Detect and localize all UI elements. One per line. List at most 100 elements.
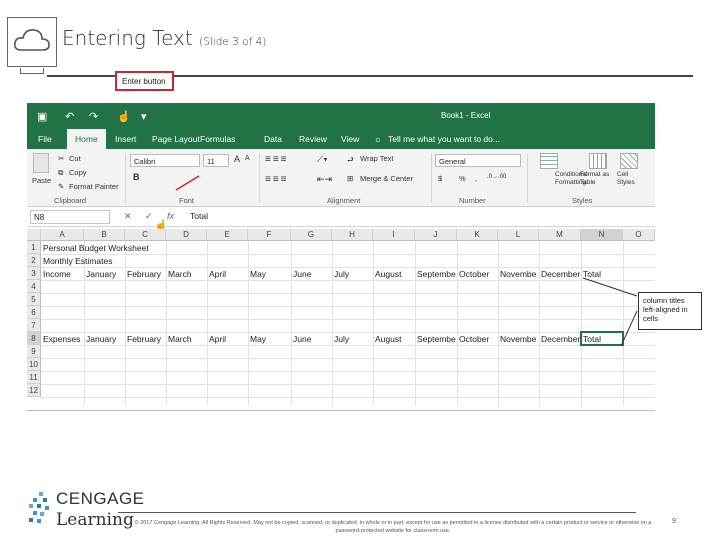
column-header[interactable]: B: [84, 229, 125, 241]
format-painter-button[interactable]: Format Painter: [69, 182, 119, 191]
number-format-box[interactable]: General: [435, 154, 521, 167]
row-header[interactable]: 4: [27, 280, 41, 293]
cell-row3[interactable]: July: [334, 269, 349, 279]
column-header[interactable]: E: [207, 229, 248, 241]
column-header[interactable]: O: [623, 229, 655, 241]
column-header[interactable]: C: [125, 229, 166, 241]
tab-formulas[interactable]: Formulas: [200, 134, 235, 144]
cell-row8[interactable]: Septembe: [417, 334, 456, 344]
shrink-font-icon[interactable]: A: [245, 155, 250, 162]
cell-row3[interactable]: August: [375, 269, 401, 279]
cell-row3[interactable]: February: [127, 269, 161, 279]
cell-row8[interactable]: June: [293, 334, 311, 344]
cell-row3[interactable]: January: [86, 269, 116, 279]
column-header[interactable]: K: [457, 229, 498, 241]
column-header[interactable]: G: [291, 229, 332, 241]
format-painter-icon[interactable]: ✎: [58, 182, 64, 191]
cell-row8[interactable]: April: [209, 334, 226, 344]
column-header[interactable]: L: [498, 229, 539, 241]
percent-button[interactable]: %: [459, 174, 466, 183]
cut-button[interactable]: Cut: [69, 154, 81, 163]
currency-button[interactable]: $: [438, 174, 442, 183]
column-header[interactable]: F: [248, 229, 291, 241]
tab-insert[interactable]: Insert: [115, 134, 136, 144]
customize-qat-icon[interactable]: ▾: [141, 110, 147, 123]
redo-icon[interactable]: ↷: [89, 110, 98, 123]
cell-row3[interactable]: Income: [43, 269, 71, 279]
cell-row8[interactable]: February: [127, 334, 161, 344]
cell-row3[interactable]: June: [293, 269, 311, 279]
paste-icon[interactable]: [33, 153, 49, 173]
cell-styles-button[interactable]: Cell Styles: [617, 171, 645, 187]
column-header[interactable]: H: [332, 229, 373, 241]
touch-mode-icon[interactable]: ☝: [117, 110, 131, 123]
row-header[interactable]: 2: [27, 254, 41, 267]
format-as-table-icon[interactable]: [589, 153, 607, 169]
column-header[interactable]: D: [166, 229, 207, 241]
cell-row8[interactable]: Novembe: [500, 334, 536, 344]
row-header[interactable]: 7: [27, 319, 41, 332]
copy-icon[interactable]: ⧉: [58, 168, 63, 178]
cell-styles-icon[interactable]: [620, 153, 638, 169]
wrap-text-icon[interactable]: ⮐: [347, 154, 354, 167]
cell-row8[interactable]: October: [459, 334, 489, 344]
tab-home[interactable]: Home: [67, 129, 106, 149]
row-header[interactable]: 12: [27, 384, 41, 397]
tab-page-layout[interactable]: Page Layout: [152, 134, 200, 144]
row-header[interactable]: 5: [27, 293, 41, 306]
cell-a1[interactable]: Personal Budget Worksheet: [43, 243, 149, 253]
column-header[interactable]: N: [581, 229, 623, 241]
cell-row8[interactable]: Expenses: [43, 334, 80, 344]
cell-row3[interactable]: October: [459, 269, 489, 279]
cell-row8[interactable]: December: [541, 334, 580, 344]
conditional-formatting-icon[interactable]: [540, 153, 558, 169]
formula-input[interactable]: Total: [190, 211, 208, 221]
grow-font-icon[interactable]: A: [234, 154, 240, 164]
cell-row8[interactable]: March: [168, 334, 192, 344]
cell-row3[interactable]: Septembe: [417, 269, 456, 279]
tab-view[interactable]: View: [341, 134, 359, 144]
row-header[interactable]: 10: [27, 358, 41, 371]
column-header[interactable]: I: [373, 229, 415, 241]
row-header[interactable]: 1: [27, 241, 41, 254]
row-header[interactable]: 11: [27, 371, 41, 384]
cell-a2[interactable]: Monthly Estimates: [43, 256, 112, 266]
merge-center-icon[interactable]: ⊞: [347, 174, 353, 183]
row-header[interactable]: 3: [27, 267, 41, 280]
cell-row8[interactable]: August: [375, 334, 401, 344]
cell-row3[interactable]: March: [168, 269, 192, 279]
name-box[interactable]: N8: [30, 210, 110, 224]
top-align-icon[interactable]: ≡≡≡: [265, 154, 289, 165]
comma-style-icon[interactable]: ,: [475, 174, 477, 183]
cell-row3[interactable]: Total: [583, 269, 601, 279]
cut-icon[interactable]: ✂: [58, 154, 64, 163]
insert-function-icon[interactable]: fx: [167, 211, 174, 221]
orientation-icon[interactable]: ⟋▾: [317, 154, 328, 165]
cell-row8[interactable]: January: [86, 334, 116, 344]
paste-button[interactable]: Paste: [32, 176, 51, 185]
tab-data[interactable]: Data: [264, 134, 282, 144]
bold-icon[interactable]: B: [133, 172, 140, 182]
row-header[interactable]: 9: [27, 345, 41, 358]
cell-row8[interactable]: July: [334, 334, 349, 344]
wrap-text-button[interactable]: Wrap Text: [360, 154, 394, 163]
indent-icon[interactable]: ⇤⇥: [317, 174, 332, 185]
column-header[interactable]: J: [415, 229, 457, 241]
cell-row8[interactable]: May: [250, 334, 266, 344]
tab-file[interactable]: File: [38, 134, 52, 144]
column-header[interactable]: A: [41, 229, 84, 241]
cell-row3[interactable]: May: [250, 269, 266, 279]
merge-center-button[interactable]: Merge & Center: [360, 174, 413, 183]
font-size-box[interactable]: 11: [203, 154, 229, 167]
row-header[interactable]: 8: [27, 332, 41, 345]
cell-row3[interactable]: Novembe: [500, 269, 536, 279]
select-all-corner[interactable]: [27, 229, 41, 241]
tab-review[interactable]: Review: [299, 134, 327, 144]
format-as-table-button[interactable]: Format as Table: [580, 171, 614, 187]
row-header[interactable]: 6: [27, 306, 41, 319]
copy-button[interactable]: Copy: [69, 168, 87, 177]
font-name-box[interactable]: Calibri: [130, 154, 200, 167]
tell-me-box[interactable]: Tell me what you want to do...: [388, 134, 500, 144]
align-left-icon[interactable]: ≡≡≡: [265, 174, 289, 185]
increase-decimal-icon[interactable]: .0→.00: [487, 174, 506, 180]
